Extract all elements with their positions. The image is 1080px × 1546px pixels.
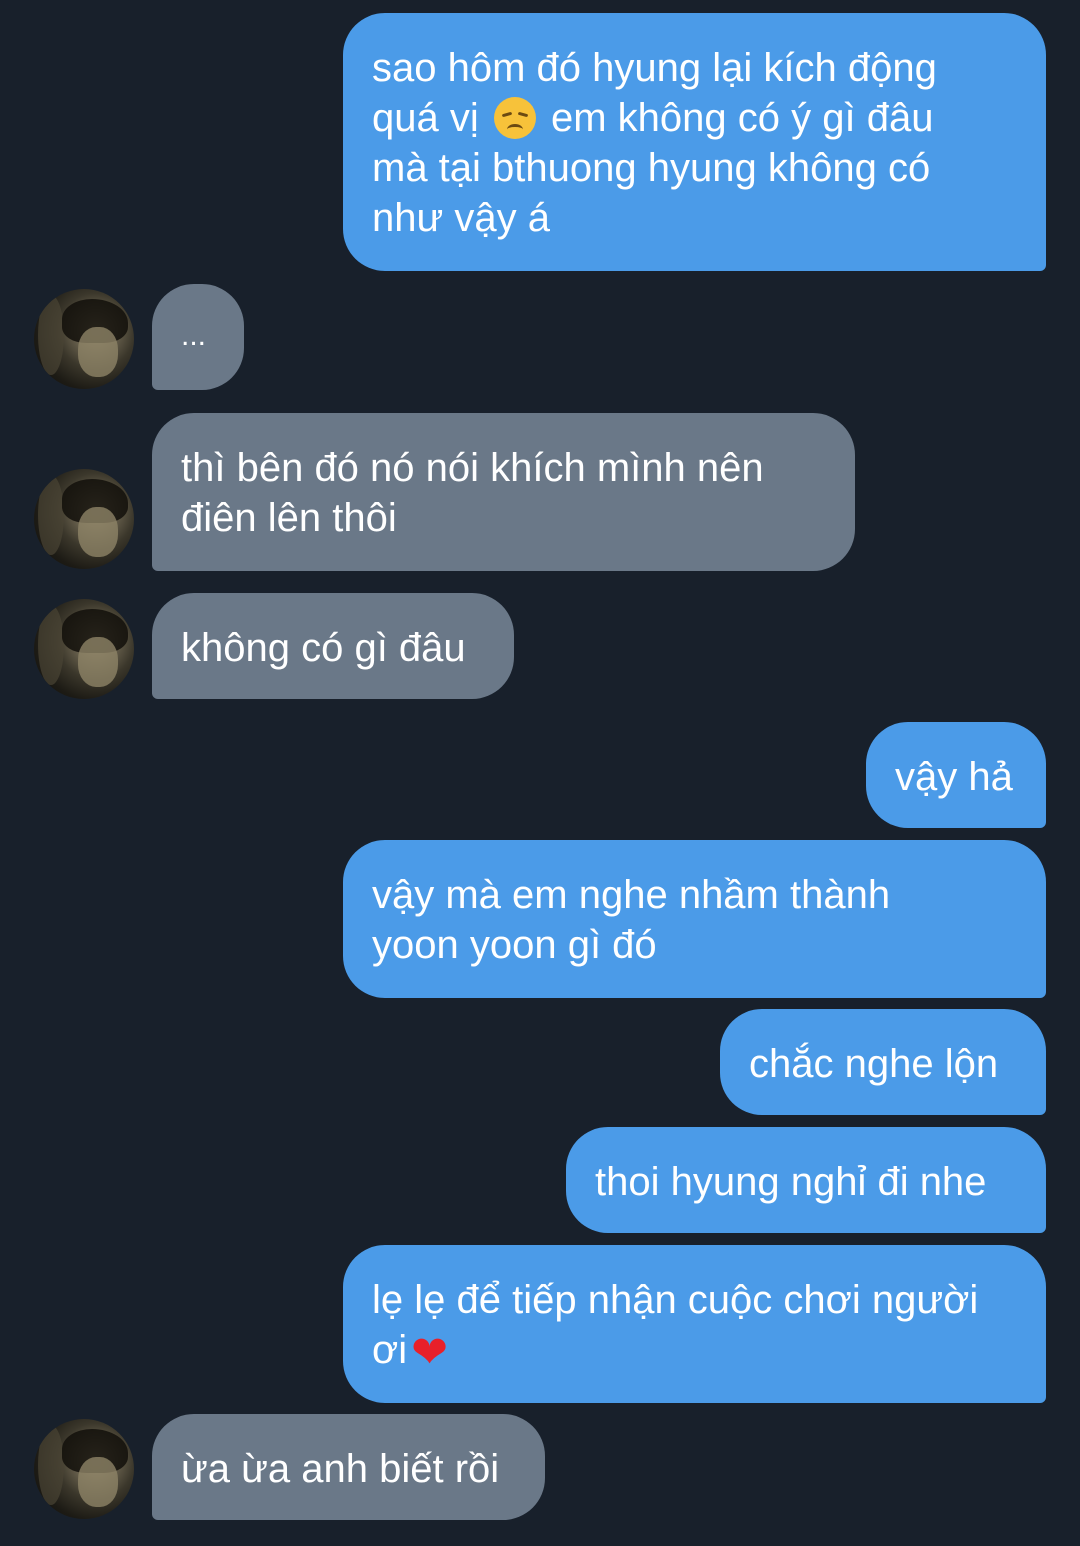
received-message-bubble[interactable]: ... — [152, 284, 244, 390]
message-line: thoi hyung nghỉ đi nhe — [595, 1160, 987, 1204]
message-line: không có gì đâu — [181, 626, 466, 670]
contact-avatar[interactable] — [34, 1419, 134, 1519]
contact-avatar[interactable] — [34, 599, 134, 699]
contact-avatar[interactable] — [34, 289, 134, 389]
message-text: ơi — [372, 1328, 408, 1372]
message-line: chắc nghe lộn — [749, 1042, 999, 1086]
message-line: ơi❤ — [372, 1325, 1017, 1378]
message-text: quá vị — [372, 96, 479, 140]
message-line: điên lên thôi — [181, 496, 397, 540]
received-message-bubble[interactable]: không có gì đâu — [152, 593, 514, 699]
message-line: vậy mà em nghe nhầm thành — [372, 873, 891, 917]
message-line: lẹ lẹ để tiếp nhận cuộc chơi người — [372, 1278, 979, 1322]
message-text: em không có ý gì đâu — [551, 96, 934, 140]
contact-avatar[interactable] — [34, 469, 134, 569]
message-line: sao hôm đó hyung lại kích động — [372, 46, 937, 90]
message-line: mà tại bthuong hyung không có — [372, 146, 931, 190]
message-line: vậy hả — [895, 755, 1013, 799]
message-line: ... — [181, 319, 207, 352]
message-line: ừa ừa anh biết rồi — [181, 1447, 500, 1491]
red-heart-emoji: ❤ — [411, 1327, 448, 1378]
disappointed-face-emoji — [493, 97, 536, 139]
chat-thread: sao hôm đó hyung lại kích động quá vị em… — [0, 0, 1080, 1546]
received-message-bubble[interactable]: ừa ừa anh biết rồi — [152, 1414, 545, 1520]
message-line: yoon yoon gì đó — [372, 923, 657, 967]
sent-message-bubble[interactable]: thoi hyung nghỉ đi nhe — [566, 1127, 1046, 1233]
message-line: như vậy á — [372, 196, 550, 240]
message-line: thì bên đó nó nói khích mình nên — [181, 446, 764, 490]
received-message-bubble[interactable]: thì bên đó nó nói khích mình nên điên lê… — [152, 413, 855, 571]
message-line: quá vị em không có ý gì đâu — [372, 93, 1017, 143]
sent-message-bubble[interactable]: chắc nghe lộn — [720, 1009, 1046, 1115]
sent-message-bubble[interactable]: lẹ lẹ để tiếp nhận cuộc chơi người ơi❤ — [343, 1245, 1046, 1403]
sent-message-bubble[interactable]: vậy hả — [866, 722, 1046, 828]
sent-message-bubble[interactable]: vậy mà em nghe nhầm thành yoon yoon gì đ… — [343, 840, 1046, 998]
sent-message-bubble[interactable]: sao hôm đó hyung lại kích động quá vị em… — [343, 13, 1046, 271]
